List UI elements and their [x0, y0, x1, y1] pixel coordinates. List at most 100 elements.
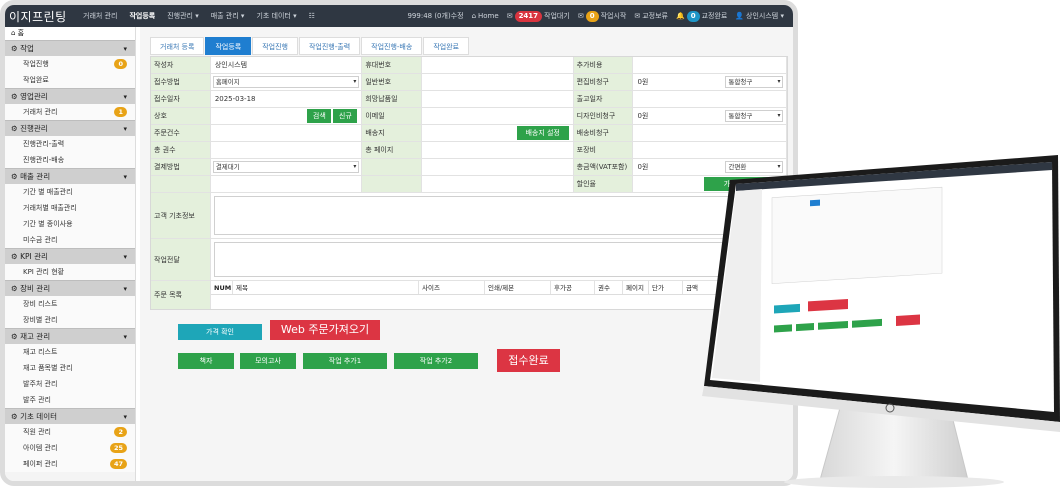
field-value[interactable]: [211, 125, 363, 141]
sidebar-item-label: 장비 리스트: [23, 300, 58, 308]
field-value[interactable]: 결제대기: [211, 159, 363, 175]
sidebar-item[interactable]: 미수금 관리: [5, 232, 135, 248]
field-value[interactable]: [633, 57, 787, 73]
work-note-textarea[interactable]: [214, 242, 784, 277]
field-value[interactable]: 홈페이지: [211, 74, 363, 90]
sidebar-item-label: 아이템 관리: [23, 444, 58, 452]
sidebar-home[interactable]: ⌂ 홈: [5, 27, 135, 40]
order-column-header: NUM: [211, 281, 233, 294]
sidebar-section-header[interactable]: ⚙ KPI 관리: [5, 248, 135, 265]
sidebar-item[interactable]: 재고 리스트: [5, 344, 135, 360]
sidebar-item[interactable]: 직원 관리 2: [5, 424, 135, 440]
sidebar-item[interactable]: 장비 리스트: [5, 296, 135, 312]
field-value[interactable]: [633, 91, 787, 107]
sidebar-item[interactable]: 아이템 관리 25: [5, 440, 135, 456]
sidebar-item[interactable]: 거래처별 매출관리: [5, 200, 135, 216]
sidebar-item[interactable]: 작업완료: [5, 72, 135, 88]
top-nav-item[interactable]: ☷: [303, 5, 321, 27]
field-value[interactable]: 배송지 설정: [422, 125, 574, 141]
field-value[interactable]: [422, 57, 574, 73]
sidebar-item[interactable]: 장비별 관리: [5, 312, 135, 328]
field-value[interactable]: [422, 159, 574, 175]
tab-item[interactable]: 작업완료: [423, 37, 470, 55]
field-value[interactable]: [211, 142, 363, 158]
field-button[interactable]: 검색: [307, 109, 332, 123]
sidebar-item[interactable]: 거래처 관리 1: [5, 104, 135, 120]
field-value[interactable]: [422, 108, 574, 124]
done-status[interactable]: 🔔 0 교정완료: [673, 10, 730, 22]
price-check-button[interactable]: 가격 확인: [178, 324, 262, 340]
home-link[interactable]: ⌂ Home: [469, 12, 502, 20]
field-value[interactable]: [422, 176, 574, 192]
sidebar-section-header[interactable]: ⚙ 재고 관리: [5, 328, 135, 345]
sidebar-section-header[interactable]: ⚙ 매출 관리: [5, 168, 135, 185]
complete-button[interactable]: 접수완료: [497, 349, 560, 372]
gear-icon: ⚙: [11, 252, 21, 261]
top-nav-item[interactable]: 작업등록: [123, 5, 161, 27]
sidebar-item[interactable]: 작업진행 0: [5, 56, 135, 72]
sidebar-item[interactable]: 발주 관리: [5, 392, 135, 408]
add-work2-button[interactable]: 작업 추가2: [394, 353, 478, 369]
field-label: 휴대번호: [362, 57, 423, 73]
field-value[interactable]: [211, 176, 363, 192]
sidebar-item[interactable]: 기간 별 매출관리: [5, 184, 135, 200]
field-select[interactable]: 홈페이지: [212, 76, 360, 88]
tab-item[interactable]: 작업진행-배송: [361, 37, 423, 55]
field-select[interactable]: 통합청구: [725, 110, 784, 122]
field-label: 일반번호: [362, 74, 423, 90]
field-label: 작성자: [151, 57, 211, 73]
form-row: 할인율가격다시계산: [151, 176, 787, 193]
sidebar-item[interactable]: 기간 별 종이사용: [5, 216, 135, 232]
customer-info-textarea[interactable]: [214, 196, 784, 235]
sidebar-item[interactable]: KPI 관리 현황: [5, 264, 135, 280]
field-value[interactable]: 신규 검색: [211, 108, 363, 124]
field-button[interactable]: 신규: [333, 109, 358, 123]
mini-complete-button: [896, 314, 920, 327]
field-button[interactable]: 배송지 설정: [516, 126, 569, 140]
brand-logo[interactable]: 이지프린팅: [5, 8, 77, 25]
field-value[interactable]: [633, 125, 787, 141]
tab-item[interactable]: 작업등록: [205, 37, 252, 55]
field-value[interactable]: 상인시스템: [211, 57, 363, 73]
user-menu[interactable]: 👤 상인시스템 ▾: [732, 11, 787, 21]
field-value[interactable]: [422, 91, 574, 107]
gear-icon: ⚙: [11, 332, 21, 341]
sidebar-item[interactable]: 진행관리-배송: [5, 152, 135, 168]
sidebar-section-header[interactable]: ⚙ 장비 관리: [5, 280, 135, 297]
sidebar-item[interactable]: 재고 품목별 관리: [5, 360, 135, 376]
sidebar-item[interactable]: 진행관리-출력: [5, 136, 135, 152]
sidebar-section-header[interactable]: ⚙ 영업관리: [5, 88, 135, 105]
sidebar-item[interactable]: 발주처 관리: [5, 376, 135, 392]
sidebar-section-header[interactable]: ⚙ 작업: [5, 40, 135, 57]
top-nav-item[interactable]: 거래처 관리: [77, 5, 123, 27]
wait-status[interactable]: ✉ 2417 작업대기: [504, 10, 573, 22]
start-status[interactable]: ✉ 0 작업시작: [575, 10, 630, 22]
field-value[interactable]: 0원 통합청구: [633, 108, 787, 124]
sidebar-item-label: 기간 별 종이사용: [23, 220, 73, 228]
field-label: 접수일자: [151, 91, 211, 107]
book-button[interactable]: 책자: [178, 353, 234, 369]
sidebar-item-label: 기간 별 매출관리: [23, 188, 73, 196]
field-value[interactable]: [422, 74, 574, 90]
sidebar-section-header[interactable]: ⚙ 진행관리: [5, 120, 135, 137]
top-nav-item[interactable]: 진행관리 ▾: [161, 5, 205, 27]
add-work1-button[interactable]: 작업 추가1: [303, 353, 387, 369]
sidebar-section-header[interactable]: ⚙ 기초 데이터: [5, 408, 135, 425]
field-value[interactable]: 2025-03-18: [211, 91, 363, 107]
top-nav-item[interactable]: 매출 관리 ▾: [205, 5, 251, 27]
tab-item[interactable]: 거래처 등록: [150, 37, 205, 55]
field-label: 주문건수: [151, 125, 211, 141]
sidebar-item[interactable]: 페이퍼 관리 47: [5, 456, 135, 472]
field-select[interactable]: 통합청구: [725, 76, 784, 88]
field-value[interactable]: 0원 통합청구: [633, 74, 787, 90]
tab-item[interactable]: 작업진행-출력: [298, 37, 361, 55]
order-column-header: 후가공: [551, 281, 595, 294]
web-import-button[interactable]: Web 주문가져오기: [270, 320, 380, 340]
proof-status[interactable]: ✉ 교정보류: [631, 11, 671, 21]
field-value[interactable]: [422, 142, 574, 158]
tab-item[interactable]: 작업진행: [252, 37, 298, 55]
top-nav-item[interactable]: 기초 데이터 ▾: [250, 5, 302, 27]
field-select[interactable]: 결제대기: [212, 161, 360, 173]
mail-icon: ✉: [506, 12, 513, 20]
mock-exam-button[interactable]: 모의고사: [240, 353, 296, 369]
